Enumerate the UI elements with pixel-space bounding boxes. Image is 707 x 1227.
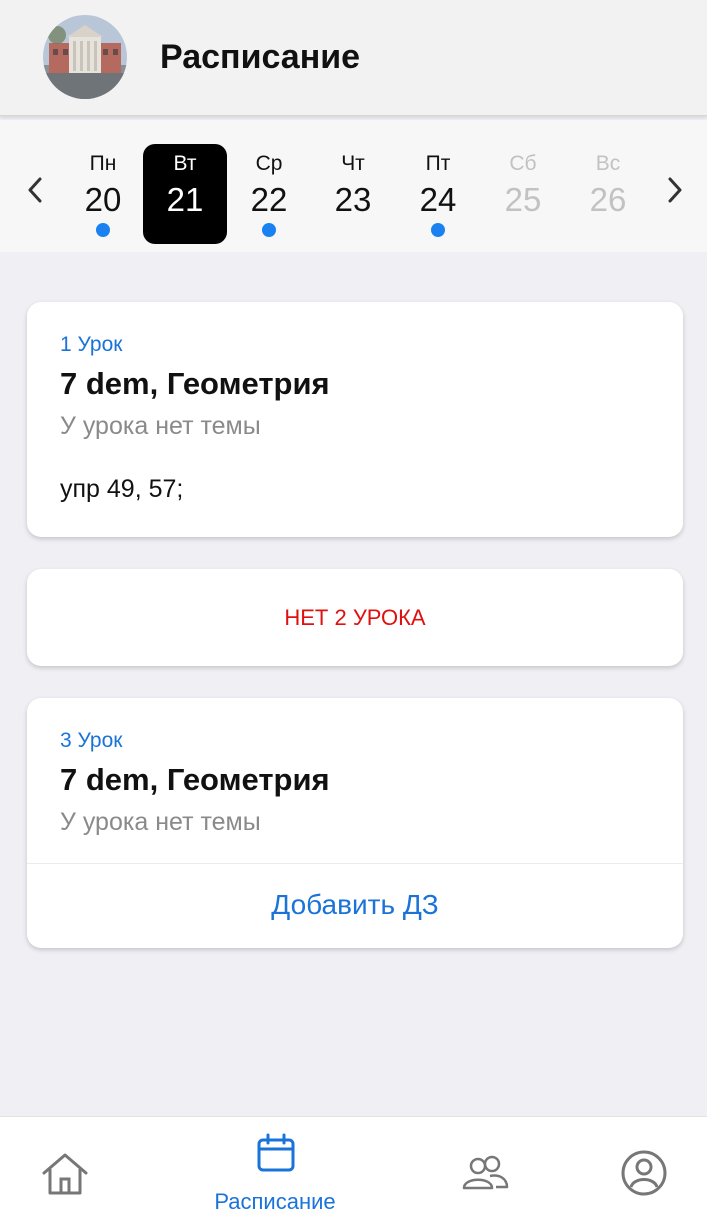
day-name: Сб: [509, 152, 537, 175]
school-avatar[interactable]: [43, 15, 127, 99]
lesson-homework: упр 49, 57;: [60, 475, 184, 503]
home-icon: [42, 1153, 88, 1195]
calendar-icon: [257, 1133, 295, 1172]
lesson-topic: У урока нет темы: [60, 412, 261, 440]
lesson-card[interactable]: 3 Урок 7 dem, Геометрия У урока нет темы…: [27, 698, 683, 948]
no-lesson-message: НЕТ 2 УРОКА: [284, 605, 426, 630]
tab-home[interactable]: [25, 1117, 105, 1227]
day-name: Ср: [255, 152, 283, 175]
tab-schedule-label: Расписание: [214, 1189, 336, 1214]
profile-icon: [621, 1150, 667, 1196]
card-divider: [27, 863, 683, 864]
day-number: 24: [419, 181, 457, 218]
lesson-topic: У урока нет темы: [60, 808, 261, 836]
day-name: Чт: [341, 152, 365, 175]
tab-profile[interactable]: [604, 1117, 684, 1227]
lesson-indicator-dot: [431, 223, 445, 237]
app-header: Расписание: [0, 0, 707, 116]
day-thursday[interactable]: Чт 23: [311, 144, 395, 244]
lesson-number: 3 Урок: [60, 729, 123, 752]
next-week-button[interactable]: [663, 175, 687, 205]
day-number: 25: [504, 181, 542, 218]
day-name: Вт: [173, 152, 197, 175]
users-icon: [462, 1155, 509, 1190]
no-lesson-card: НЕТ 2 УРОКА: [27, 569, 683, 666]
day-name: Пт: [425, 152, 451, 175]
week-selector: Пн 20 Вт 21 Ср 22 Чт 23 Пт 24 Сб 25 Вс 2…: [0, 120, 707, 252]
day-saturday[interactable]: Сб 25: [481, 144, 565, 244]
day-friday[interactable]: Пт 24: [396, 144, 480, 244]
add-homework-button[interactable]: Добавить ДЗ: [27, 889, 683, 921]
previous-week-button[interactable]: [23, 175, 47, 205]
day-tuesday[interactable]: Вт 21: [143, 144, 227, 244]
day-number: 20: [84, 181, 122, 218]
bottom-tab-bar: Расписание: [0, 1116, 707, 1227]
chevron-right-icon: [668, 177, 682, 203]
tab-group[interactable]: [445, 1117, 525, 1227]
day-number: 26: [589, 181, 627, 218]
lesson-card[interactable]: 1 Урок 7 dem, Геометрия У урока нет темы…: [27, 302, 683, 537]
day-number: 23: [334, 181, 372, 218]
day-wednesday[interactable]: Ср 22: [227, 144, 311, 244]
lesson-number: 1 Урок: [60, 333, 123, 356]
lesson-indicator-dot: [262, 223, 276, 237]
day-sunday[interactable]: Вс 26: [566, 144, 650, 244]
tab-schedule[interactable]: Расписание: [195, 1117, 355, 1227]
day-number: 22: [250, 181, 288, 218]
lesson-subject: 7 dem, Геометрия: [60, 762, 330, 797]
day-number: 21: [166, 181, 204, 218]
lesson-indicator-dot: [96, 223, 110, 237]
page-title: Расписание: [160, 38, 361, 76]
day-name: Вс: [595, 152, 621, 175]
lesson-subject: 7 dem, Геометрия: [60, 366, 330, 401]
chevron-left-icon: [28, 177, 42, 203]
day-monday[interactable]: Пн 20: [61, 144, 145, 244]
day-name: Пн: [89, 152, 117, 175]
